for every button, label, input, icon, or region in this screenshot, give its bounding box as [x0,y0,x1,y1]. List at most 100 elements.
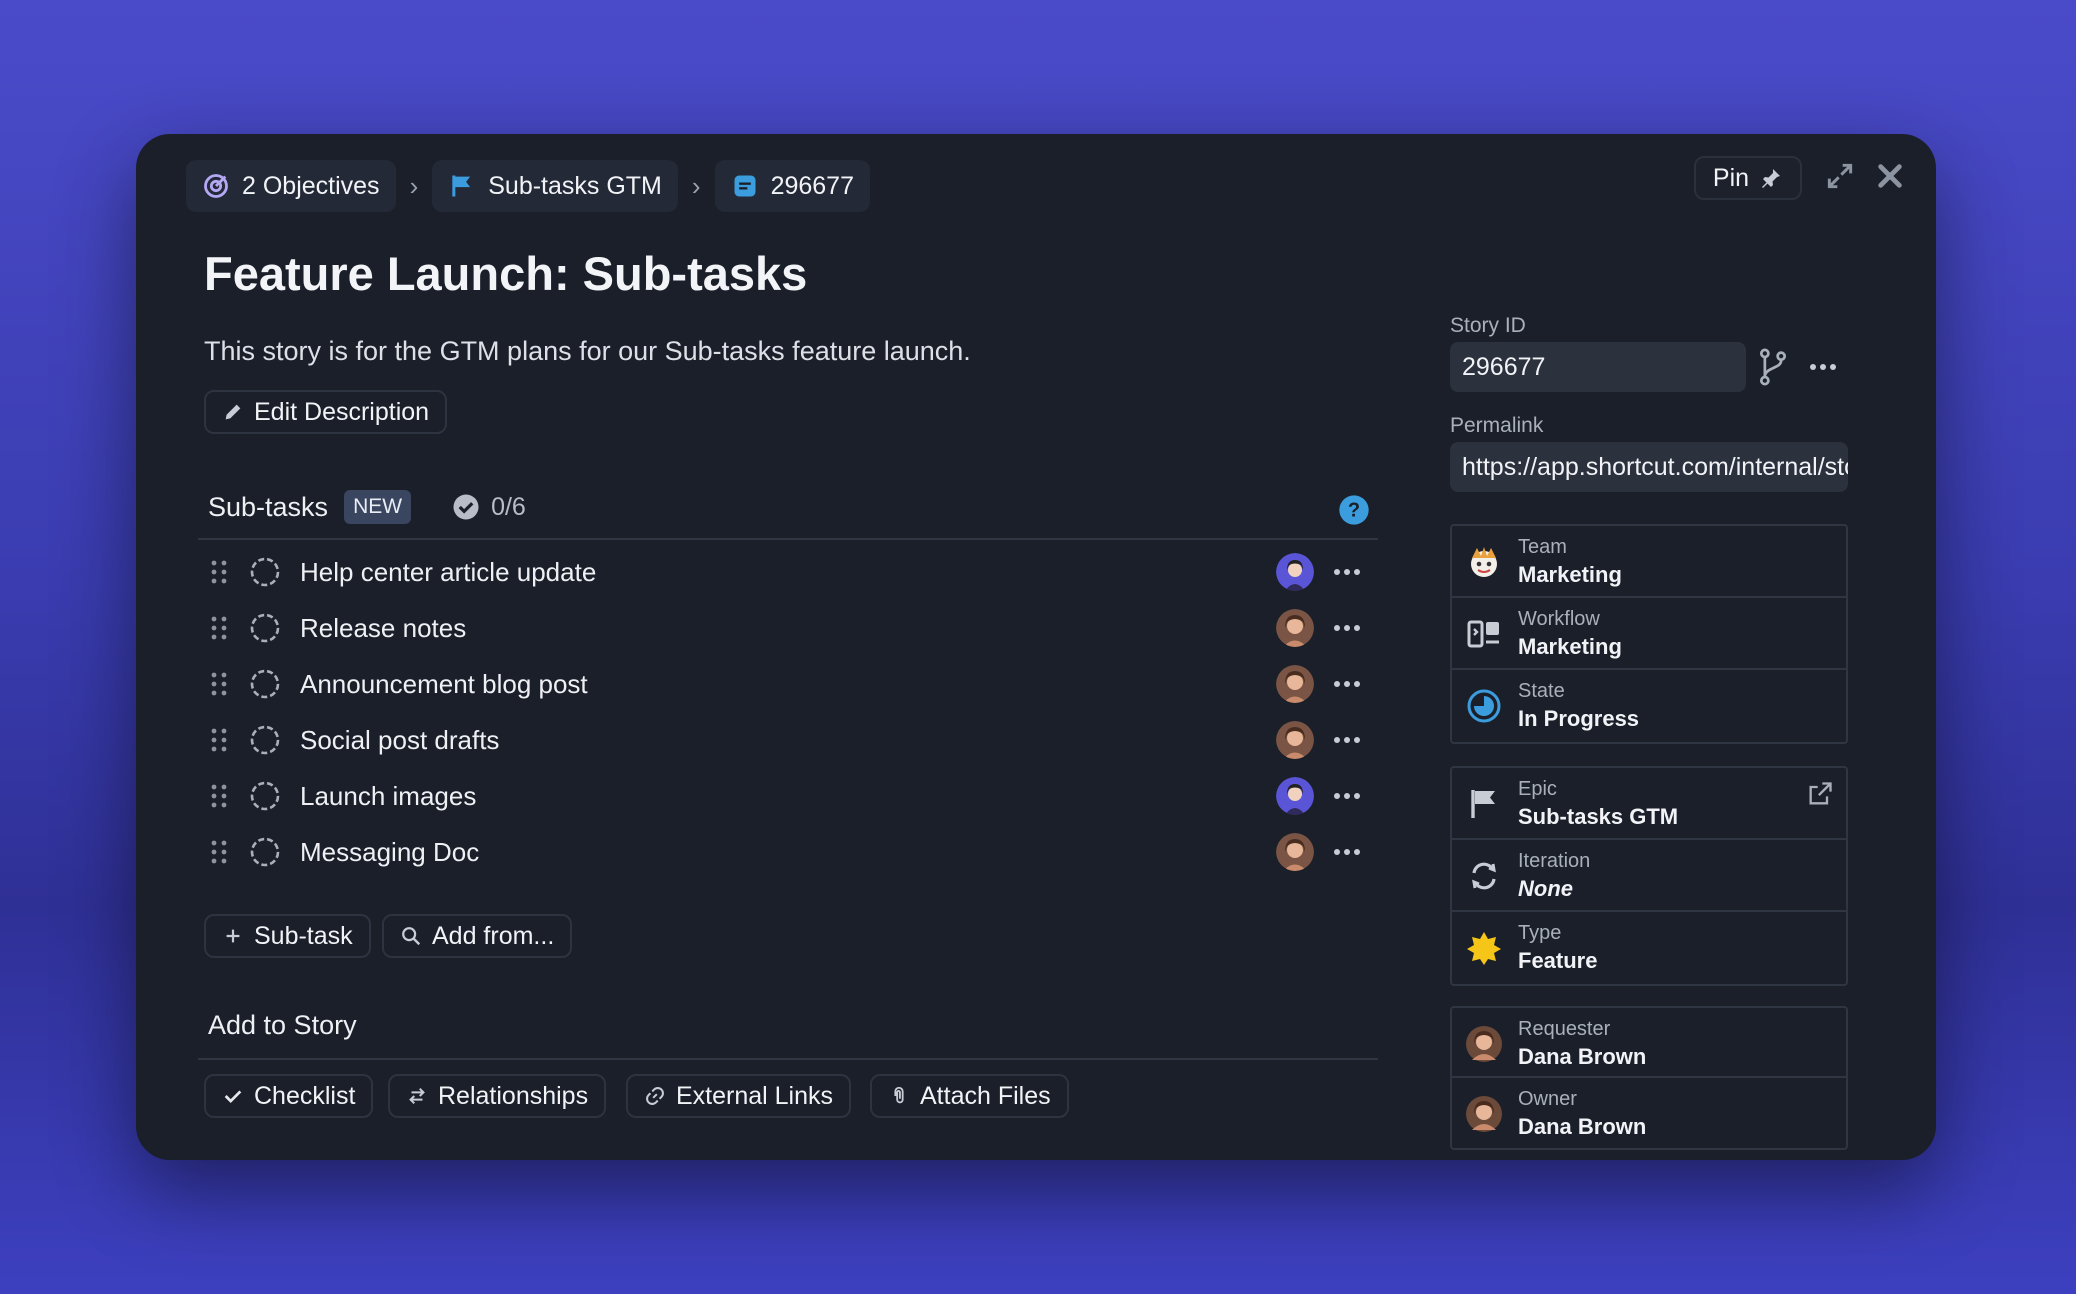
edit-description-button[interactable]: Edit Description [204,390,448,434]
iteration-cycle-icon [1472,862,1496,890]
subtask-label[interactable]: Announcement blog post [300,669,588,700]
add-from-button[interactable]: Add from... [382,914,573,958]
checklist-button[interactable]: Checklist [204,1074,374,1118]
drag-handle-icon[interactable] [208,782,230,810]
subtask-label[interactable]: Help center article update [300,557,596,588]
drag-handle-icon[interactable] [208,614,230,642]
expand-icon [1827,163,1853,189]
owner-value: Dana Brown [1518,1114,1647,1139]
workflow-field[interactable]: Workflow Marketing [1452,598,1846,670]
workflow-value: Marketing [1518,634,1622,659]
avatar[interactable] [1276,777,1314,815]
drag-handle-icon[interactable] [208,838,230,866]
subtask-row[interactable]: Announcement blog post [208,656,1368,712]
permalink-field[interactable]: https://app.shortcut.com/internal/story/… [1450,442,1848,492]
subtask-row[interactable]: Help center article update [208,544,1368,600]
owner-field[interactable]: Owner Dana Brown [1452,1078,1846,1148]
drag-handle-icon[interactable] [208,670,230,698]
external-links-button[interactable]: External Links [626,1074,852,1118]
relationships-button[interactable]: Relationships [388,1074,607,1118]
avatar[interactable] [1276,609,1314,647]
expand-button[interactable] [1822,158,1858,194]
add-to-story-header: Add to Story [208,1010,357,1041]
type-value: Feature [1518,948,1598,973]
subtask-row[interactable]: Launch images [208,768,1368,824]
unstarted-status-icon[interactable] [248,835,282,869]
subtask-label[interactable]: Messaging Doc [300,837,479,868]
add-to-story-title: Add to Story [208,1010,357,1040]
drag-handle-icon[interactable] [208,558,230,586]
story-title[interactable]: Feature Launch: Sub-tasks [204,246,807,301]
story-description[interactable]: This story is for the GTM plans for our … [204,336,971,367]
add-subtask-label: Sub-task [254,921,353,950]
help-icon[interactable]: ? [1338,494,1370,526]
breadcrumb-label: Sub-tasks GTM [488,171,662,200]
svg-text:?: ? [1348,500,1360,522]
type-label: Type [1518,922,1562,944]
more-icon[interactable] [1332,567,1362,577]
epic-label: Epic [1518,778,1557,800]
more-icon[interactable] [1808,362,1838,372]
plus-icon [226,929,240,943]
more-icon[interactable] [1332,735,1362,745]
epic-field[interactable]: Epic Sub-tasks GTM [1452,768,1846,840]
avatar[interactable] [1276,553,1314,591]
chevron-right-icon: › [691,170,701,201]
attach-files-button[interactable]: Attach Files [870,1074,1069,1118]
objective-icon [204,174,228,198]
breadcrumb-epic[interactable]: Sub-tasks GTM [432,160,678,212]
unstarted-status-icon[interactable] [248,611,282,645]
team-field[interactable]: Team Marketing [1452,526,1846,598]
state-label: State [1518,680,1565,702]
permalink-label: Permalink [1450,414,1544,437]
drag-handle-icon[interactable] [208,726,230,754]
check-circle-icon [453,494,479,520]
subtasks-header: Sub-tasks NEW 0/6 [208,490,526,524]
arrows-swap-icon [409,1087,425,1105]
epic-flag-icon [1471,790,1495,818]
subtasks-title: Sub-tasks [208,491,329,522]
new-badge: NEW [344,490,412,524]
requester-field[interactable]: Requester Dana Brown [1452,1008,1846,1078]
avatar [1466,1096,1502,1132]
unstarted-status-icon[interactable] [248,667,282,701]
feature-star-icon [1467,932,1501,965]
external-links-label: External Links [676,1081,834,1110]
type-field[interactable]: Type Feature [1452,912,1846,984]
workflow-icon [1467,620,1499,648]
unstarted-status-icon[interactable] [248,555,282,589]
iteration-field[interactable]: Iteration None [1452,840,1846,912]
workflow-label: Workflow [1518,608,1600,630]
close-button[interactable] [1872,158,1908,194]
avatar[interactable] [1276,833,1314,871]
attach-files-label: Attach Files [920,1081,1051,1110]
subtask-label[interactable]: Social post drafts [300,725,499,756]
subtask-label[interactable]: Release notes [300,613,466,644]
story-id-field[interactable]: 296677 [1450,342,1746,392]
breadcrumb-story[interactable]: 296677 [714,160,870,212]
unstarted-status-icon[interactable] [248,723,282,757]
pin-button[interactable]: Pin [1694,156,1802,200]
subtask-label[interactable]: Launch images [300,781,476,812]
avatar[interactable] [1276,665,1314,703]
subtask-row[interactable]: Messaging Doc [208,824,1368,880]
add-subtask-button[interactable]: Sub-task [204,914,371,958]
add-from-label: Add from... [432,921,555,950]
iteration-value: None [1518,876,1573,901]
state-field[interactable]: State In Progress [1452,670,1846,742]
breadcrumb-objectives[interactable]: 2 Objectives [186,160,396,212]
team-value: Marketing [1518,562,1622,587]
external-link-icon[interactable] [1806,780,1834,808]
subtask-row[interactable]: Social post drafts [208,712,1368,768]
unstarted-status-icon[interactable] [248,779,282,813]
more-icon[interactable] [1332,847,1362,857]
git-branch-icon[interactable] [1756,348,1790,386]
more-icon[interactable] [1332,679,1362,689]
team-label: Team [1518,536,1567,558]
more-icon[interactable] [1332,791,1362,801]
subtask-row[interactable]: Release notes [208,600,1368,656]
progress-count: 0/6 [491,492,526,521]
avatar[interactable] [1276,721,1314,759]
more-icon[interactable] [1332,623,1362,633]
close-icon [1878,164,1902,188]
